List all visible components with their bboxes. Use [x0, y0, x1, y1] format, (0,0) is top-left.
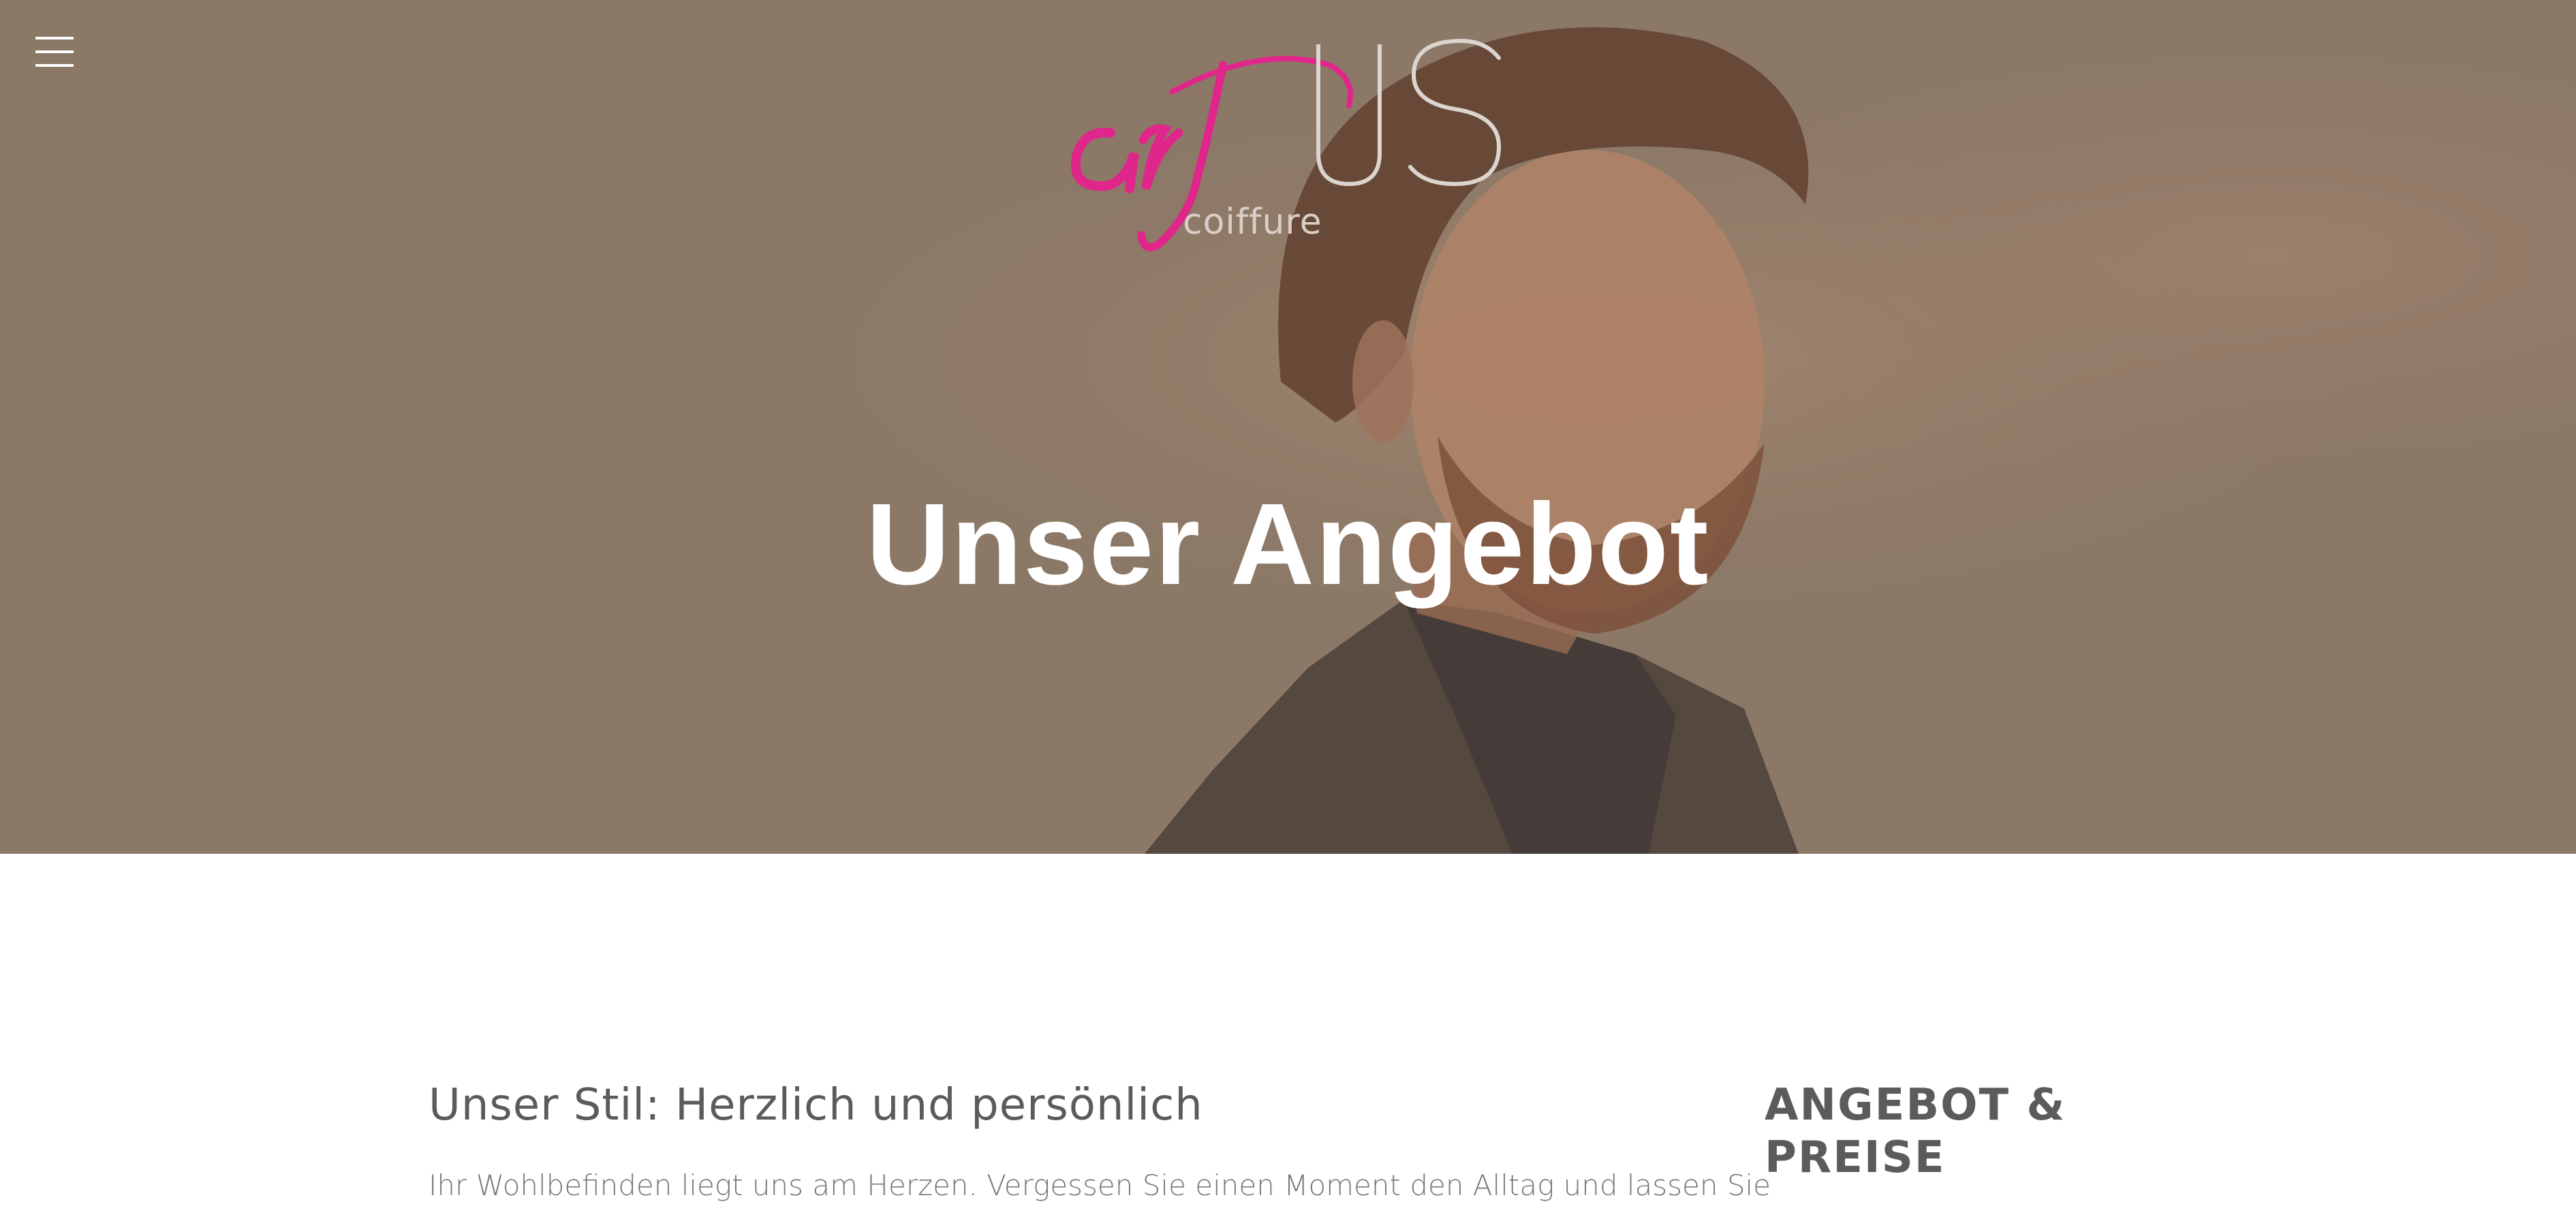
page-title: Unser Angebot — [866, 479, 1710, 609]
logo-subtitle: coiffure — [1183, 202, 1322, 243]
menu-bar — [35, 64, 74, 67]
hero-banner: coiffure Unser Angebot — [0, 0, 2576, 854]
sidebar-heading: ANGEBOT & PREISE — [1765, 1080, 2066, 1183]
menu-bar — [35, 37, 74, 40]
section-paragraph: Ihr Wohlbefinden liegt uns am Herzen. Ve… — [429, 1169, 1771, 1202]
section-heading: Unser Stil: Herzlich und persönlich — [429, 1080, 1203, 1130]
hamburger-menu-button[interactable] — [35, 37, 74, 67]
menu-bar — [35, 50, 74, 53]
